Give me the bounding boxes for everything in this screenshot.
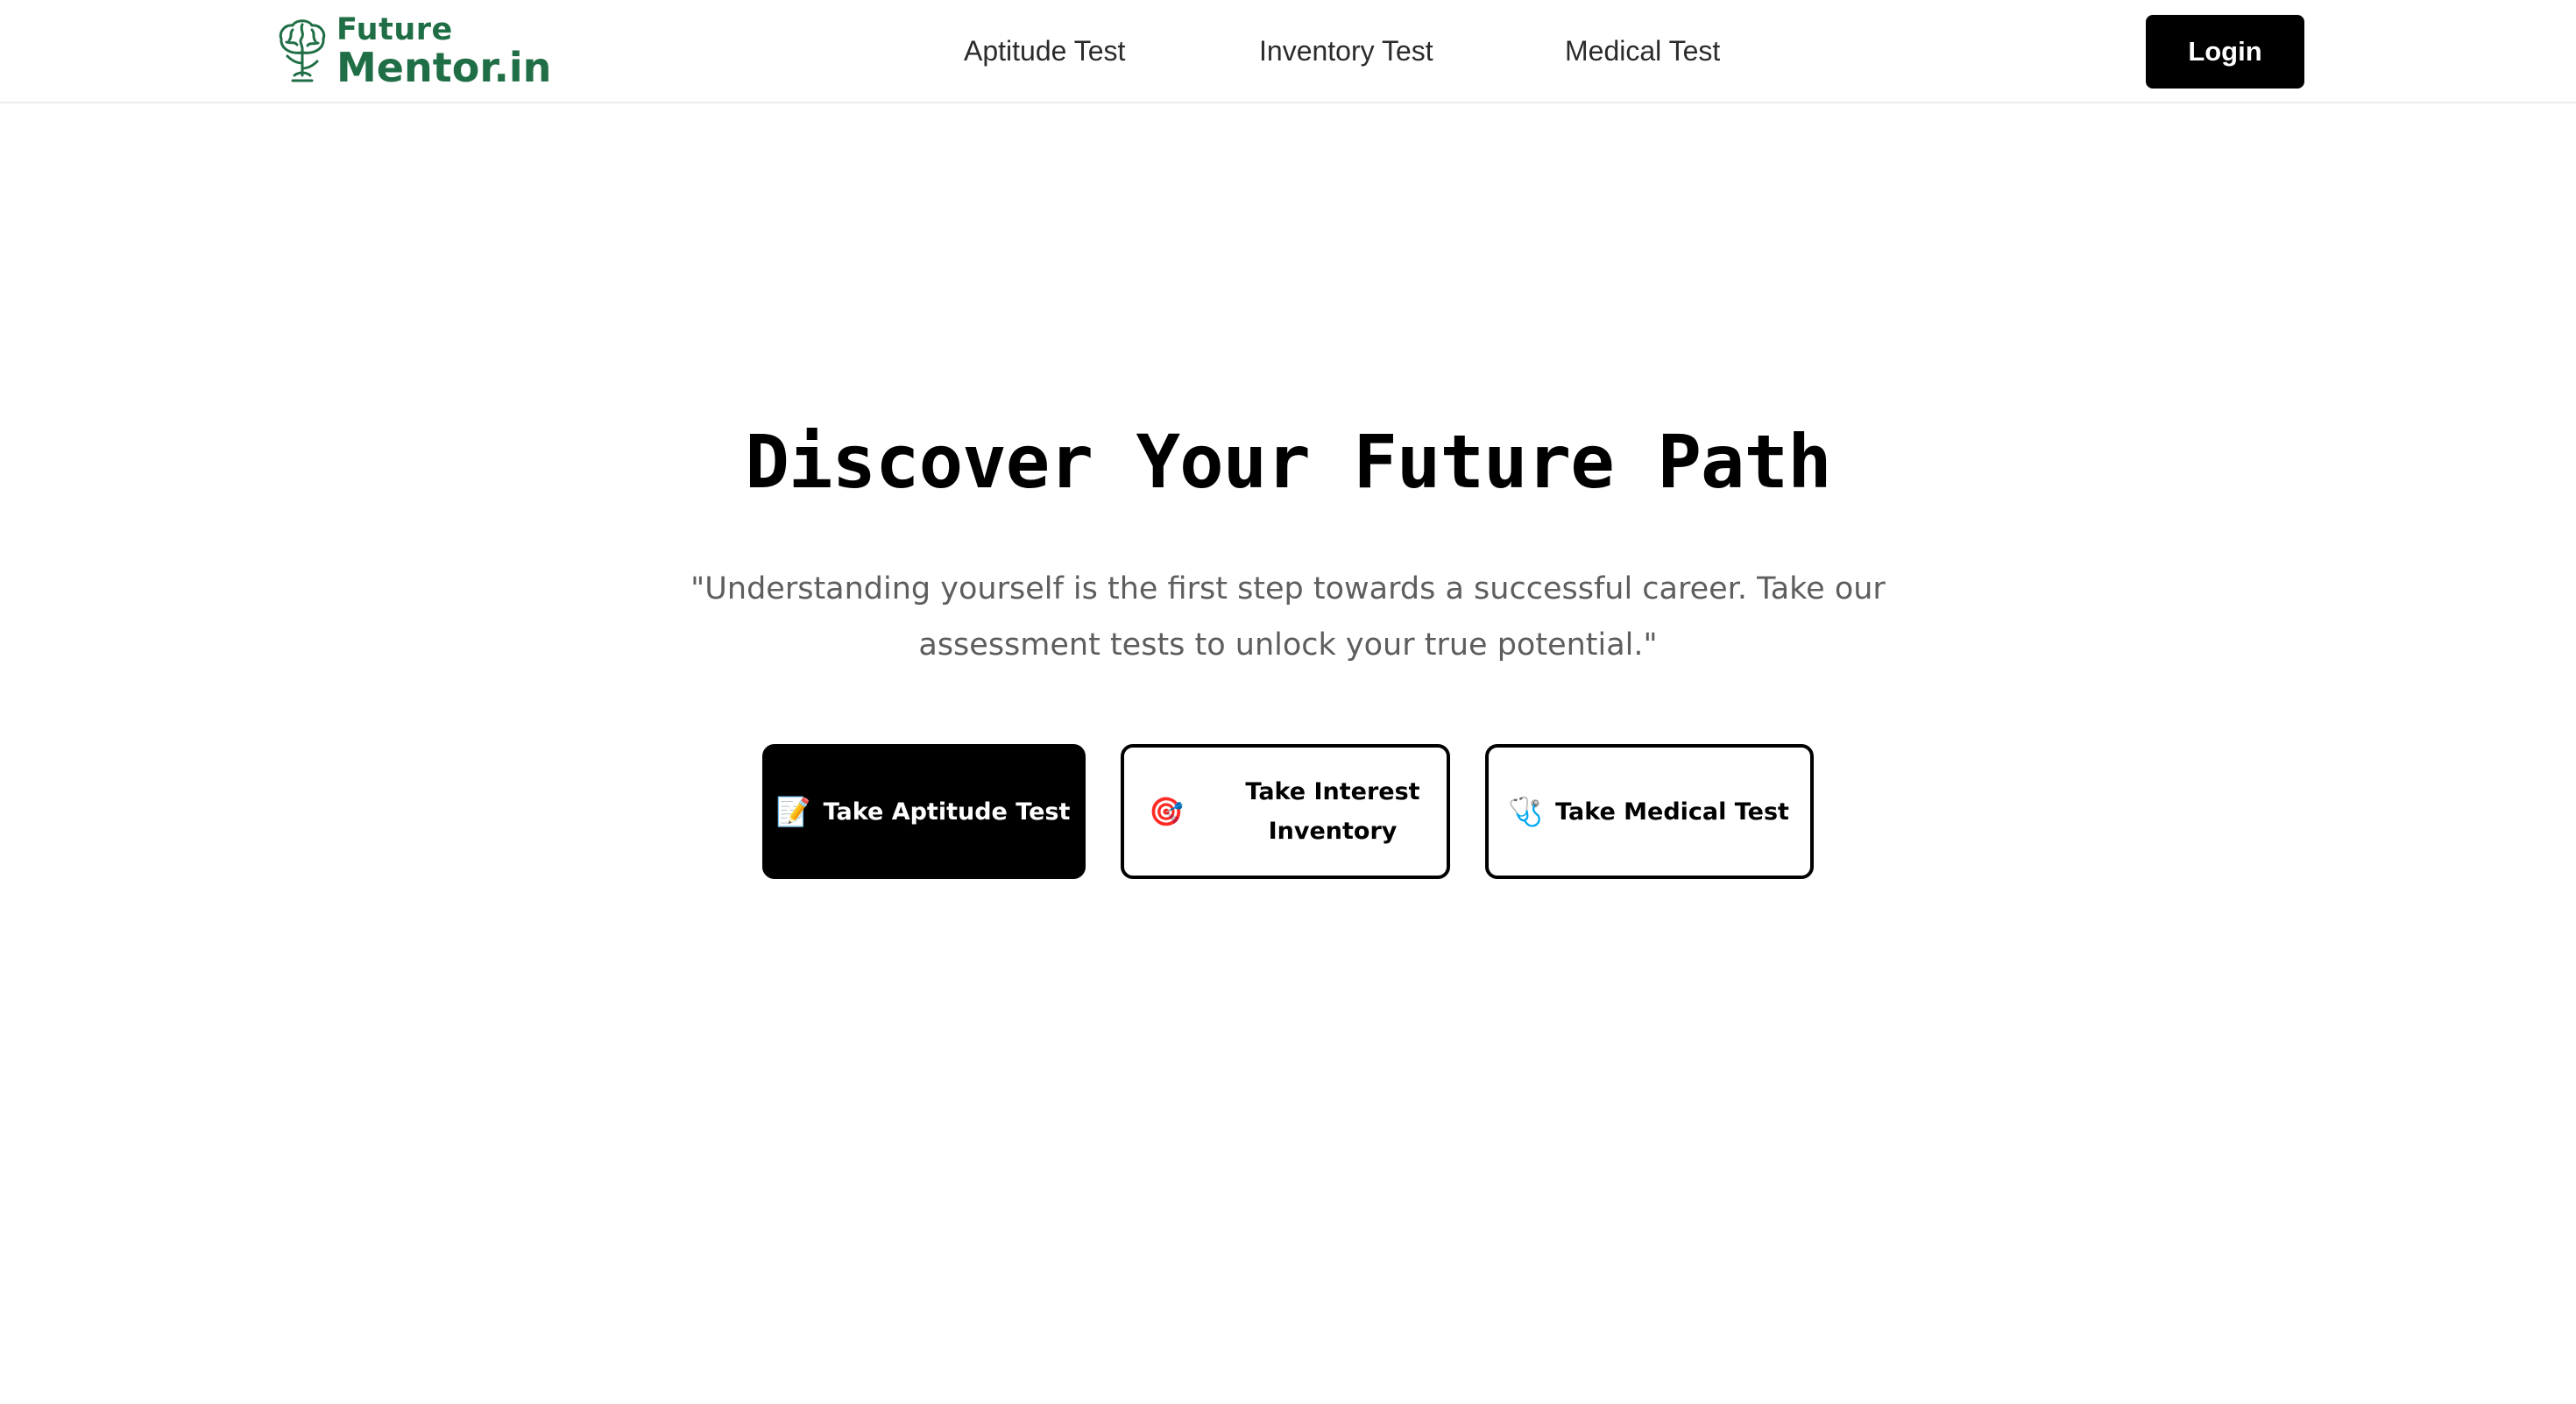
cta-label: Take Medical Test xyxy=(1555,798,1789,826)
nav-link-aptitude-test[interactable]: Aptitude Test xyxy=(964,35,1125,67)
take-aptitude-test-button[interactable]: 📝 Take Aptitude Test xyxy=(762,744,1086,879)
brain-tree-icon xyxy=(279,19,326,82)
stethoscope-icon: 🩺 xyxy=(1508,795,1543,828)
hero-title: Discover Your Future Path xyxy=(745,419,1831,505)
login-button[interactable]: Login xyxy=(2146,15,2304,89)
brand-logo[interactable]: Future Mentor.in xyxy=(275,11,552,91)
brand-name-top: Future xyxy=(336,11,453,47)
take-medical-test-button[interactable]: 🩺 Take Medical Test xyxy=(1485,744,1814,879)
top-navbar: Future Mentor.in Aptitude Test Inventory… xyxy=(0,0,2576,103)
hero-quote: "Understanding yourself is the first ste… xyxy=(690,571,1886,663)
cta-label: Take Aptitude Test xyxy=(823,798,1071,826)
brand-name-bottom: Mentor.in xyxy=(336,43,552,91)
brand-wordmark: Future Mentor.in xyxy=(336,11,552,91)
nav-link-medical-test[interactable]: Medical Test xyxy=(1565,35,1720,67)
nav-link-inventory-test[interactable]: Inventory Test xyxy=(1259,35,1433,67)
cta-label: Take Interest Inventory xyxy=(1245,778,1420,845)
memo-icon: 📝 xyxy=(775,795,811,828)
target-icon: 🎯 xyxy=(1149,795,1184,828)
take-interest-inventory-button[interactable]: 🎯 Take Interest Inventory xyxy=(1121,744,1450,879)
